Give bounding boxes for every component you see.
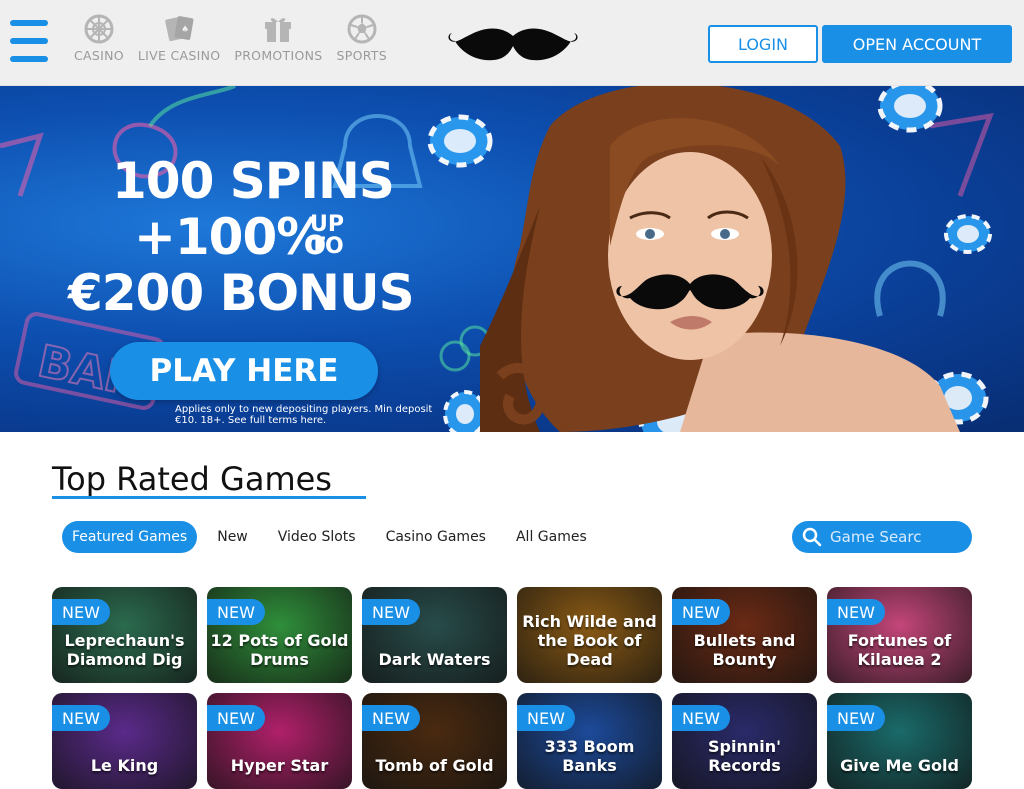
game-card[interactable]: NEW Tomb of Gold	[362, 693, 507, 789]
new-badge: NEW	[827, 599, 885, 625]
tab-new[interactable]: New	[207, 521, 258, 553]
game-title: Give Me Gold	[840, 756, 959, 775]
promo-up-to-line1: UP	[310, 212, 344, 237]
promo-headline-percent: +100%	[134, 208, 326, 266]
hamburger-menu-icon[interactable]	[10, 20, 48, 62]
new-badge: NEW	[517, 705, 575, 731]
game-title: Hyper Star	[230, 756, 329, 775]
game-title: Fortunes of Kilauea 2	[847, 631, 952, 669]
game-card[interactable]: NEW 333 Boom Banks	[517, 693, 662, 789]
open-account-button[interactable]: OPEN ACCOUNT	[822, 25, 1012, 63]
site-header: CASINO ♠ LIVE CASINO PROMOTIONS SPORTS L…	[0, 0, 1024, 86]
promo-headline-bonus: €200 BONUS	[68, 264, 415, 322]
game-title: Rich Wilde and the Book of Dead	[522, 612, 657, 669]
terms-text[interactable]: Applies only to new depositing players. …	[175, 404, 455, 426]
promo-up-to-line2: TO	[310, 234, 344, 259]
game-title: Bullets and Bounty	[693, 631, 796, 669]
new-badge: NEW	[672, 705, 730, 731]
game-card[interactable]: NEW 12 Pots of Gold Drums	[207, 587, 352, 683]
hero-banner[interactable]: BAR 100 SPINS +100% UP TO €200 BONUS PLA…	[0, 86, 1024, 432]
gift-box-icon	[261, 14, 295, 44]
nav-item-live-casino[interactable]: ♠ LIVE CASINO	[138, 14, 220, 63]
game-card[interactable]: NEW Give Me Gold	[827, 693, 972, 789]
new-badge: NEW	[52, 599, 110, 625]
game-title: Le King	[90, 756, 159, 775]
game-title: Spinnin' Records	[707, 737, 781, 775]
new-badge: NEW	[672, 599, 730, 625]
nav-item-sports[interactable]: SPORTS	[337, 14, 387, 63]
nav-label-casino: CASINO	[74, 48, 124, 63]
game-category-tabs: Featured Games New Video Slots Casino Ga…	[62, 521, 607, 553]
new-badge: NEW	[207, 599, 265, 625]
search-icon	[802, 527, 822, 547]
game-card[interactable]: NEW Le King	[52, 693, 197, 789]
game-title: 333 Boom Banks	[544, 737, 635, 775]
tab-featured-games[interactable]: Featured Games	[62, 521, 198, 553]
game-card[interactable]: NEW Dark Waters	[362, 587, 507, 683]
promo-headline-spins: 100 SPINS	[112, 152, 395, 210]
soccer-ball-icon	[345, 14, 379, 44]
nav-label-sports: SPORTS	[336, 48, 387, 63]
promo-up-to: UP TO	[310, 214, 344, 258]
playing-cards-icon: ♠	[162, 14, 196, 44]
new-badge: NEW	[827, 705, 885, 731]
new-badge: NEW	[362, 599, 420, 625]
nav-item-promotions[interactable]: PROMOTIONS	[234, 14, 322, 63]
tab-video-slots[interactable]: Video Slots	[268, 521, 366, 553]
login-button[interactable]: LOGIN	[708, 25, 818, 63]
new-badge: NEW	[207, 705, 265, 731]
mustache-logo[interactable]	[446, 24, 580, 66]
nav-item-casino[interactable]: CASINO	[74, 14, 124, 63]
title-underline	[52, 496, 366, 499]
section-title: Top Rated Games	[52, 460, 332, 498]
game-title: Dark Waters	[378, 650, 491, 669]
game-title: Leprechaun's Diamond Dig	[64, 631, 185, 669]
game-search[interactable]	[792, 521, 972, 553]
game-card[interactable]: Rich Wilde and the Book of Dead	[517, 587, 662, 683]
game-card[interactable]: NEW Bullets and Bounty	[672, 587, 817, 683]
game-card[interactable]: NEW Fortunes of Kilauea 2	[827, 587, 972, 683]
game-title: Tomb of Gold	[375, 756, 494, 775]
new-badge: NEW	[52, 705, 110, 731]
model-photo	[480, 86, 960, 432]
game-search-input[interactable]	[830, 528, 960, 546]
roulette-wheel-icon	[82, 14, 116, 44]
game-card[interactable]: NEW Hyper Star	[207, 693, 352, 789]
svg-text:♠: ♠	[181, 25, 189, 35]
tab-casino-games[interactable]: Casino Games	[376, 521, 496, 553]
game-card[interactable]: NEW Spinnin' Records	[672, 693, 817, 789]
nav-label-promotions: PROMOTIONS	[234, 48, 323, 63]
main-nav: CASINO ♠ LIVE CASINO PROMOTIONS SPORTS	[74, 14, 401, 63]
new-badge: NEW	[362, 705, 420, 731]
game-card[interactable]: NEW Leprechaun's Diamond Dig	[52, 587, 197, 683]
tab-all-games[interactable]: All Games	[506, 521, 597, 553]
hero-promo-text: 100 SPINS +100% UP TO €200 BONUS PLAY HE…	[0, 86, 480, 432]
nav-label-live-casino: LIVE CASINO	[137, 48, 221, 63]
play-here-button[interactable]: PLAY HERE	[110, 342, 378, 400]
game-title: 12 Pots of Gold Drums	[210, 631, 349, 669]
